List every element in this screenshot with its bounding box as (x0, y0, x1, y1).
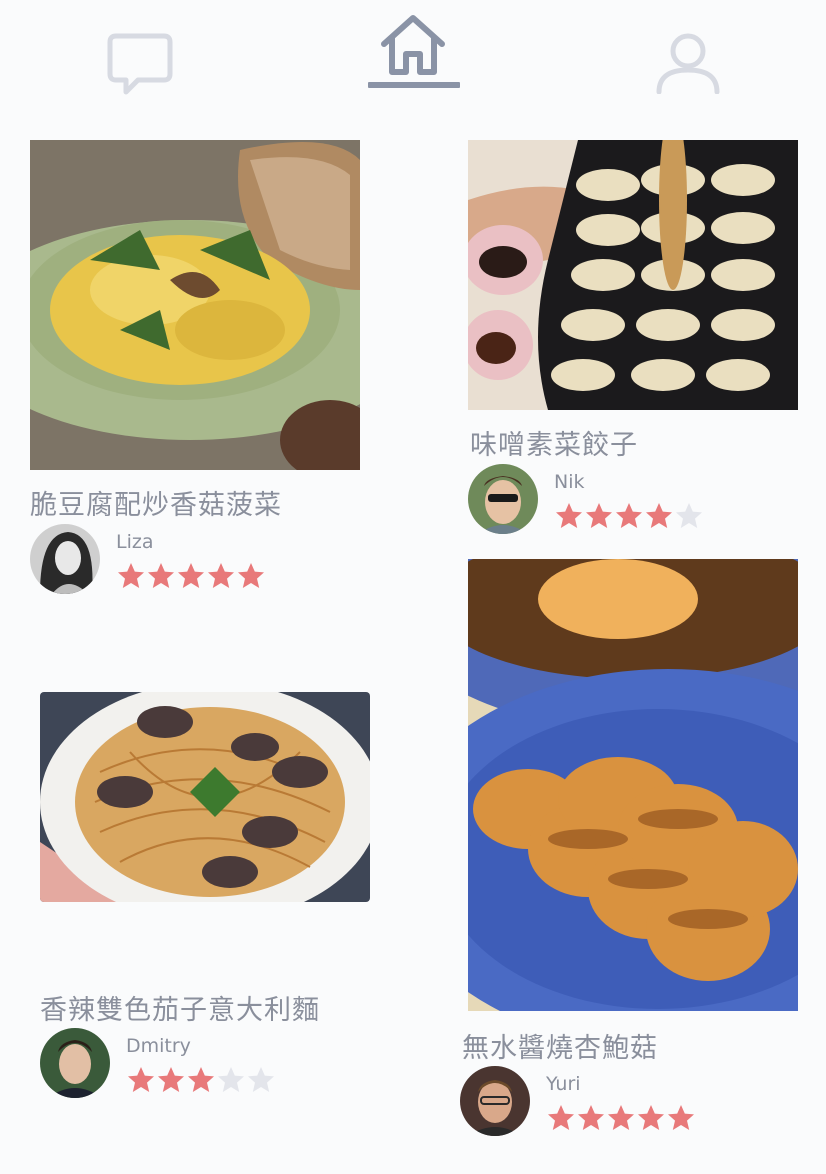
recipe-photo[interactable] (468, 140, 798, 410)
avatar[interactable] (40, 1028, 110, 1098)
star-filled-icon (614, 501, 644, 531)
profile-tab[interactable] (654, 32, 722, 94)
recipe-title[interactable]: 脆豆腐配炒香菇菠菜 (30, 483, 282, 522)
home-tab[interactable] (378, 14, 448, 76)
author-name: Liza (116, 531, 154, 553)
star-filled-icon (546, 1103, 576, 1133)
author-name: Nik (554, 471, 585, 493)
star-filled-icon (116, 561, 146, 591)
star-filled-icon (126, 1065, 156, 1095)
star-filled-icon (206, 561, 236, 591)
star-filled-icon (146, 561, 176, 591)
star-empty-icon (674, 501, 704, 531)
chat-tab[interactable] (106, 30, 174, 96)
star-rating (116, 561, 266, 591)
star-filled-icon (176, 561, 206, 591)
user-icon (654, 32, 722, 94)
star-filled-icon (236, 561, 266, 591)
recipe-title[interactable]: 味噌素菜餃子 (470, 423, 638, 462)
recipe-title[interactable]: 香辣雙色茄子意大利麵 (40, 988, 320, 1027)
avatar[interactable] (468, 464, 538, 534)
star-filled-icon (666, 1103, 696, 1133)
star-filled-icon (584, 501, 614, 531)
author-name: Yuri (546, 1073, 581, 1095)
star-rating (546, 1103, 696, 1133)
star-rating (554, 501, 704, 531)
star-rating (126, 1065, 276, 1095)
star-filled-icon (606, 1103, 636, 1133)
author-name: Dmitry (126, 1035, 191, 1057)
star-filled-icon (186, 1065, 216, 1095)
star-filled-icon (554, 501, 584, 531)
star-filled-icon (576, 1103, 606, 1133)
recipe-photo[interactable] (30, 140, 360, 470)
avatar[interactable] (30, 524, 100, 594)
recipe-title[interactable]: 無水醬燒杏鮑菇 (462, 1026, 658, 1065)
recipe-photo[interactable] (40, 692, 370, 902)
avatar[interactable] (460, 1066, 530, 1136)
star-empty-icon (246, 1065, 276, 1095)
star-empty-icon (216, 1065, 246, 1095)
star-filled-icon (636, 1103, 666, 1133)
home-icon (378, 14, 448, 76)
star-filled-icon (644, 501, 674, 531)
chat-bubble-icon (106, 30, 174, 96)
top-nav (0, 0, 826, 100)
recipe-photo[interactable] (468, 559, 798, 1011)
star-filled-icon (156, 1065, 186, 1095)
active-tab-indicator (368, 82, 460, 88)
